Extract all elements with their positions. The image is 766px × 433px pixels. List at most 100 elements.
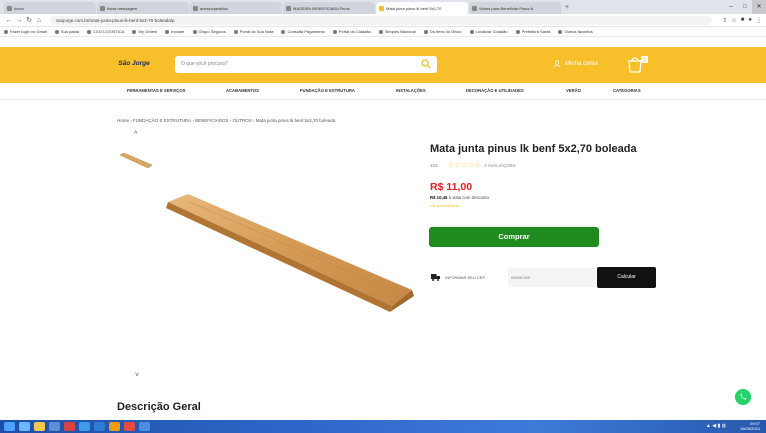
bookmark-icon (469, 29, 474, 34)
bookmark-item[interactable]: Fazer login no Gmail (4, 29, 47, 34)
share-icon[interactable]: ⇪ (722, 17, 727, 24)
reviews-count[interactable]: 0 AVALIAÇÕES (484, 163, 515, 168)
chrome-icon[interactable] (124, 422, 135, 431)
minimize-icon[interactable]: – (724, 0, 738, 14)
browser-tab-strip: Inbox Nova mensagem acesso/pedidos MADEI… (0, 0, 766, 14)
folder-icon[interactable] (34, 422, 45, 431)
bookmark-item[interactable]: Simples Nacional (378, 29, 416, 34)
pix-price-line: R$ 10,45 à vista com desconto (430, 195, 489, 200)
windows-taskbar: ▲ ◀ ▮ ◍ 09:07 16/05/2024 (0, 420, 766, 433)
menu-icon[interactable]: ⋮ (756, 17, 762, 24)
bookmark-item[interactable]: Sua pasta (54, 29, 79, 34)
product-price: R$ 11,00 (430, 181, 473, 193)
star-icon[interactable]: ☆ (731, 17, 736, 24)
cep-input[interactable] (508, 268, 596, 287)
taskbar-app-icon[interactable] (139, 422, 150, 431)
bookmark-item[interactable]: My Orders (132, 29, 157, 34)
calculate-button[interactable]: Calcular (597, 267, 656, 288)
tray-icons[interactable]: ▲ ◀ ▮ ◍ (706, 423, 726, 429)
browser-tab[interactable]: MADEIRA BENEFICIADA Pinus (283, 2, 375, 14)
browser-tab[interactable]: Inbox (4, 2, 96, 14)
product-rating: 124 ☆☆☆☆☆ 0 AVALIAÇÕES (430, 161, 516, 169)
bookmark-icon (192, 29, 197, 34)
address-bar: ← → ↻ ⌂ saojorge.com.br/mata-junta-pinus… (0, 14, 766, 27)
search-box[interactable]: O que você procura? (175, 56, 437, 73)
bookmark-icon (281, 29, 286, 34)
bookmark-item[interactable]: Localizar Cidadão (469, 29, 508, 34)
tab-label: Vidros para Beneficiar Pinus lk (479, 5, 534, 11)
buy-button[interactable]: Comprar (429, 227, 599, 247)
tab-favicon-icon (379, 5, 384, 11)
profile-icon[interactable]: ● (748, 17, 752, 23)
taskbar-app-icon[interactable] (64, 422, 75, 431)
bookmark-item[interactable]: Os itens do Ofício (423, 29, 462, 34)
browser-tab-active[interactable]: Mata junta pinus lk benf 5x2,70 (376, 2, 468, 14)
start-icon[interactable] (4, 422, 15, 431)
bookmark-item[interactable]: Portal do Cidadão (332, 29, 371, 34)
bookmark-icon (515, 29, 520, 34)
gallery-up-arrow-icon[interactable]: ^ (134, 131, 137, 138)
search-input[interactable]: O que você procura? (181, 61, 228, 67)
account-link[interactable]: Minha conta (553, 60, 598, 68)
tab-favicon-icon (193, 5, 198, 11)
system-clock[interactable]: 09:07 16/05/2024 (740, 421, 760, 431)
menu-item-ferramentas[interactable]: FERRAMENTAS E SERVIÇOS (127, 88, 185, 93)
bookmark-item[interactable]: Portal do Sua Nota (233, 29, 273, 34)
bookmarks-bar: Fazer login no Gmail Sua pasta CGO LOGIS… (0, 27, 766, 37)
product-thumbnail[interactable] (118, 151, 154, 171)
taskbar-app-icon[interactable] (49, 422, 60, 431)
tab-favicon-icon (7, 5, 12, 11)
forward-icon[interactable]: → (14, 17, 24, 24)
browser-tab[interactable]: Nova mensagem (97, 2, 189, 14)
url-field[interactable]: saojorge.com.br/mata-junta-pinus-lk-benf… (50, 15, 713, 25)
bookmark-icon (86, 29, 91, 34)
menu-item-categorias[interactable]: CATEGORIAS (613, 88, 641, 93)
menu-item-instalacoes[interactable]: INSTALAÇÕES (396, 88, 426, 93)
account-label: Minha conta (565, 61, 598, 67)
taskbar-app-icon[interactable] (94, 422, 105, 431)
reload-icon[interactable]: ↻ (24, 16, 34, 24)
user-icon (553, 60, 561, 68)
taskbar-app-icon[interactable] (109, 422, 120, 431)
taskbar-app-icon[interactable] (79, 422, 90, 431)
tab-favicon-icon (286, 5, 291, 11)
taskbar-app-icon[interactable] (19, 422, 30, 431)
bookmark-icon (233, 29, 238, 34)
bookmark-icon (423, 29, 428, 34)
bookmark-item[interactable]: Consulta Pagamento (281, 29, 325, 34)
new-tab-button[interactable]: + (565, 4, 569, 11)
site-logo[interactable]: São Jorge (116, 55, 152, 73)
tab-favicon-icon (100, 5, 105, 11)
tab-label: MADEIRA BENEFICIADA Pinus (293, 5, 350, 11)
maximize-icon[interactable]: □ (738, 0, 752, 14)
bookmark-item[interactable]: CGO LOGISTICA (86, 29, 124, 34)
bookmark-item[interactable]: Grupo Seguros (192, 29, 226, 34)
back-icon[interactable]: ← (4, 17, 14, 24)
close-icon[interactable]: ✕ (752, 0, 766, 14)
cart-icon[interactable]: 0 (627, 55, 649, 73)
menu-item-fundacao[interactable]: FUNDAÇÃO E ESTRUTURA (300, 88, 355, 93)
rating-stars-icon[interactable]: ☆☆☆☆☆ (448, 161, 482, 169)
installments-link[interactable]: Ver parcelamento (430, 204, 460, 208)
extensions-icon[interactable]: ■ (741, 17, 745, 23)
window-controls: – □ ✕ (724, 0, 766, 14)
product-code: 124 (430, 162, 438, 168)
bookmark-item[interactable]: Prefeitura Santa (515, 29, 550, 34)
browser-tab[interactable]: acesso/pedidos (190, 2, 282, 14)
bookmark-icon (132, 29, 137, 34)
gallery-down-arrow-icon[interactable]: ˅ (135, 372, 139, 379)
whatsapp-icon[interactable] (735, 389, 751, 405)
browser-tab[interactable]: Vidros para Beneficiar Pinus lk (469, 2, 561, 14)
bookmark-icon (378, 29, 383, 34)
menu-item-acabamentos[interactable]: ACABAMENTOS (226, 88, 259, 93)
description-title: Descrição Geral (117, 401, 201, 413)
bookmark-item[interactable]: Outros favoritos (558, 29, 593, 34)
search-icon[interactable] (421, 59, 431, 69)
tab-label: acesso/pedidos (200, 5, 228, 11)
breadcrumb[interactable]: Home › FUNDAÇÃO E ESTRUTURA › BENEFICIAD… (117, 118, 335, 123)
bookmark-icon (332, 29, 337, 34)
menu-item-decoracao[interactable]: DECORAÇÃO E UTILIDADES (466, 88, 524, 93)
home-icon[interactable]: ⌂ (34, 17, 44, 24)
menu-item-verao[interactable]: VERÃO (566, 88, 581, 93)
bookmark-item[interactable]: Inovare (165, 29, 185, 34)
